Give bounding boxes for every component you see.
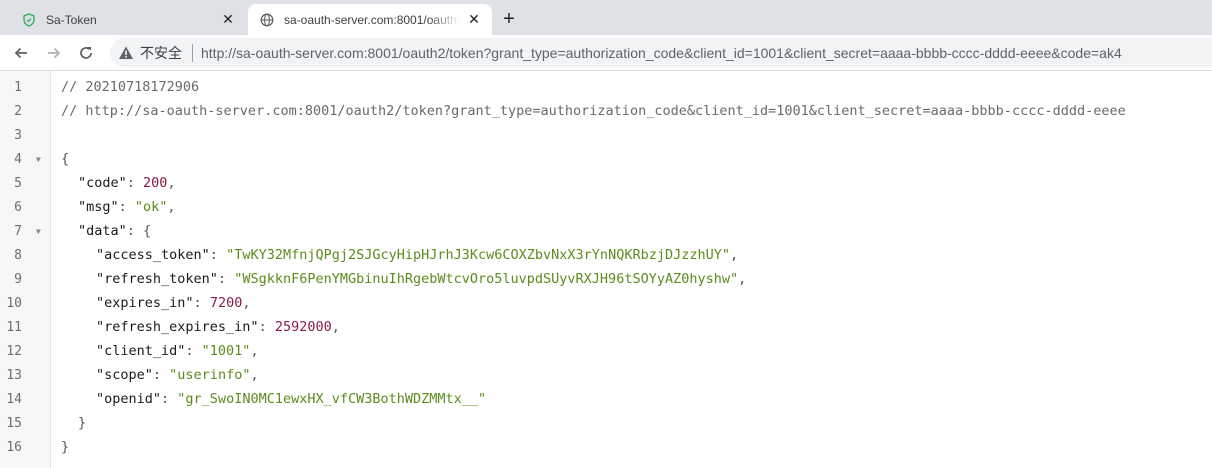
line-number: 11 [6, 319, 22, 335]
json-key: "code" [78, 175, 127, 191]
json-value: "ok" [134, 199, 168, 215]
code-line: 1 // 20210718172906 [0, 75, 1212, 99]
code-line: 9 "refresh_token": "WSgkknF6PenYMGbinuIh… [0, 267, 1212, 291]
close-brace: } [61, 439, 70, 455]
line-number: 10 [6, 295, 22, 311]
json-key: "access_token" [96, 247, 210, 263]
security-label[interactable]: 不安全 [140, 43, 182, 63]
line-number: 3 [14, 127, 22, 143]
tab-strip: Sa-Token ✕ sa-oauth-server.com:8001/oaut… [0, 0, 1212, 35]
forward-arrow-icon[interactable] [40, 39, 68, 67]
json-value: 2592000 [274, 319, 332, 335]
code-line: 12 "client_id": "1001", [0, 339, 1212, 363]
line-number: 12 [6, 343, 22, 359]
url-text[interactable]: http://sa-oauth-server.com:8001/oauth2/t… [201, 45, 1122, 61]
line-number: 14 [6, 391, 22, 407]
reload-icon[interactable] [72, 39, 100, 67]
code-line: 2 // http://sa-oauth-server.com:8001/oau… [0, 99, 1212, 123]
code-line: 13 "scope": "userinfo", [0, 363, 1212, 387]
code-line: 14 "openid": "gr_SwoIN0MC1ewxHX_vfCW3Bot… [0, 387, 1212, 411]
json-key: "data" [78, 223, 127, 239]
inner-close-brace: } [78, 415, 87, 431]
line-number: 7 [14, 223, 22, 239]
code-line: 3 [0, 123, 1212, 147]
json-value: "WSgkknF6PenYMGbinuIhRgebWtcvOro5luvpdSU… [234, 271, 739, 287]
comment-url: // http://sa-oauth-server.com:8001/oauth… [61, 103, 1126, 119]
code-line: 6 "msg": "ok", [0, 195, 1212, 219]
line-number: 13 [6, 367, 22, 383]
close-icon[interactable]: ✕ [220, 11, 236, 28]
json-key: "client_id" [96, 343, 186, 359]
omnibox-divider [192, 43, 193, 62]
code-line: 15 } [0, 411, 1212, 435]
address-bar[interactable]: 不安全 http://sa-oauth-server.com:8001/oaut… [110, 38, 1212, 67]
code-line: 8 "access_token": "TwKY32MfnjQPgj2SJGcyH… [0, 243, 1212, 267]
json-value: "1001" [201, 343, 251, 359]
browser-toolbar: 不安全 http://sa-oauth-server.com:8001/oaut… [0, 35, 1212, 71]
line-number: 2 [14, 103, 22, 119]
code-line: 5 "code": 200, [0, 171, 1212, 195]
json-key: "expires_in" [96, 295, 194, 311]
code-line: 4 ▼ { [0, 147, 1212, 171]
new-tab-icon[interactable]: + [498, 8, 520, 30]
fold-toggle-icon[interactable]: ▼ [36, 227, 41, 236]
json-key: "refresh_expires_in" [96, 319, 259, 335]
json-value: "userinfo" [169, 367, 251, 383]
back-arrow-icon[interactable] [7, 39, 35, 67]
tab-title: sa-oauth-server.com:8001/oauth2/token?gr… [284, 12, 460, 27]
code-line: 10 "expires_in": 7200, [0, 291, 1212, 315]
line-number: 16 [6, 439, 22, 455]
fold-toggle-icon[interactable]: ▼ [36, 155, 41, 164]
shield-icon [22, 12, 36, 27]
warning-icon[interactable] [118, 45, 134, 61]
tab-oauth-token[interactable]: sa-oauth-server.com:8001/oauth2/token?gr… [248, 4, 492, 35]
code-line: 16 } [0, 435, 1212, 459]
line-number: 1 [14, 79, 22, 95]
json-key: "scope" [96, 367, 153, 383]
line-number: 9 [14, 271, 22, 287]
globe-icon [260, 13, 274, 27]
json-key: "msg" [78, 199, 119, 215]
line-number: 15 [6, 415, 22, 431]
json-key: "openid" [96, 391, 162, 407]
json-value: 7200 [209, 295, 243, 311]
json-value: "gr_SwoIN0MC1ewxHX_vfCW3BothWDZMMtx__" [177, 391, 487, 407]
line-number: 5 [14, 175, 22, 191]
line-number: 6 [14, 199, 22, 215]
json-value: "TwKY32MfnjQPgj2SJGcyHipHJrhJ3Kcw6COXZbv… [226, 247, 730, 263]
open-brace: { [61, 151, 70, 167]
tab-title: Sa-Token [46, 12, 97, 27]
code-line: 7 ▼ "data": { [0, 219, 1212, 243]
line-number: 4 [14, 151, 22, 167]
code-line: 11 "refresh_expires_in": 2592000, [0, 315, 1212, 339]
line-number: 8 [14, 247, 22, 263]
tab-sa-token[interactable]: Sa-Token ✕ [8, 4, 246, 35]
json-key: "refresh_token" [96, 271, 218, 287]
json-viewer: 1 // 20210718172906 2 // http://sa-oauth… [0, 71, 1212, 468]
comment-timestamp: // 20210718172906 [61, 79, 200, 95]
close-icon[interactable]: ✕ [466, 11, 482, 28]
json-value: 200 [143, 175, 168, 191]
